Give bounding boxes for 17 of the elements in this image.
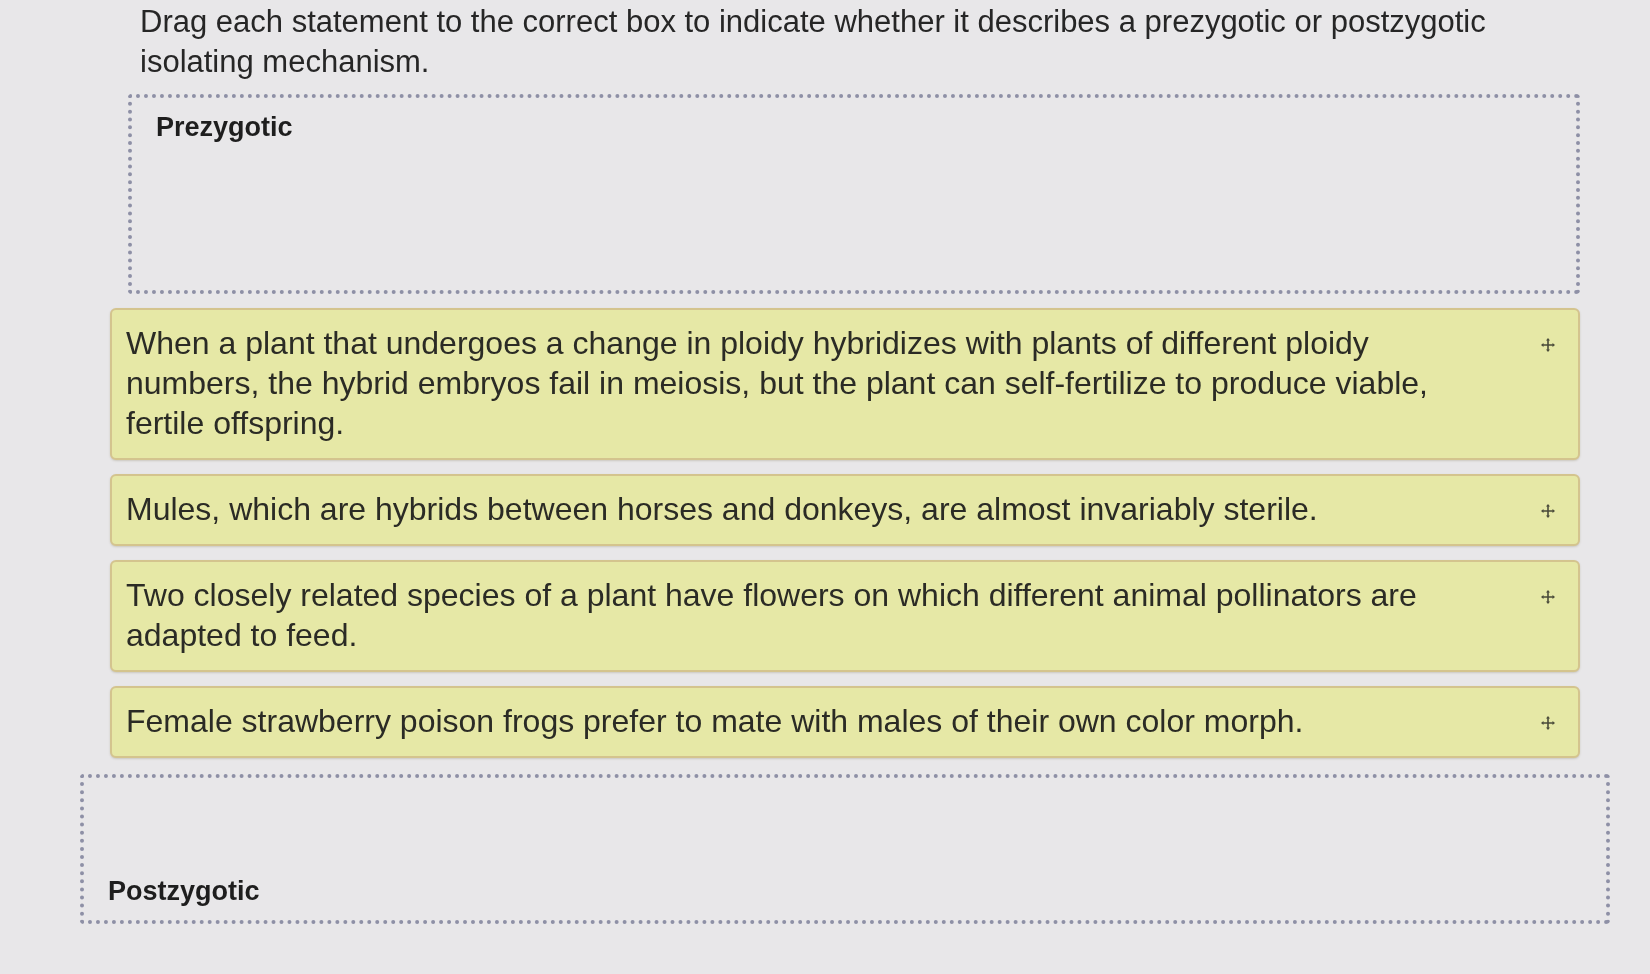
move-icon	[1540, 503, 1556, 519]
statement-text: When a plant that undergoes a change in ploidy hybridizes with plants of different ploidy numbers, the hybrid embryos fail in meiosis, but the plant can self-fertilize to produce viable, fertile offspring.	[126, 324, 1429, 443]
statement-text: Female strawberry poison frogs prefer to mate with males of their own color morph.	[126, 702, 1304, 741]
drop-zone[interactable]: Postzygotic	[80, 774, 1610, 924]
statement-text: Two closely related species of a plant have flowers on which different animal pollinators are adapted to feed.	[126, 576, 1418, 655]
move-icon	[1540, 715, 1556, 731]
zone-label: Postzygotic	[108, 875, 260, 908]
statement-text: Mules, which are hybrids between horses and donkeys, are almost invariably sterile.	[126, 490, 1318, 529]
drop-zone[interactable]: Prezygotic	[128, 94, 1580, 294]
statement-card[interactable]	[110, 308, 1580, 460]
move-icon	[1540, 337, 1556, 353]
statement-card[interactable]: Two closely related species of a plant have flowers on which different animal pollinators are adapted to feed.	[110, 560, 1580, 672]
move-icon	[1540, 589, 1556, 605]
zone-label: Prezygotic	[156, 111, 293, 144]
statement-card[interactable]: Female strawberry poison frogs prefer to mate with males of their own color morph.	[110, 686, 1580, 758]
question-text: Drag each statement to the correct box to indicate whether it describes a prezygotic or postzygotic isolating mechanism.	[140, 3, 1487, 81]
statement-card[interactable]: Mules, which are hybrids between horses and donkeys, are almost invariably sterile.	[110, 474, 1580, 546]
